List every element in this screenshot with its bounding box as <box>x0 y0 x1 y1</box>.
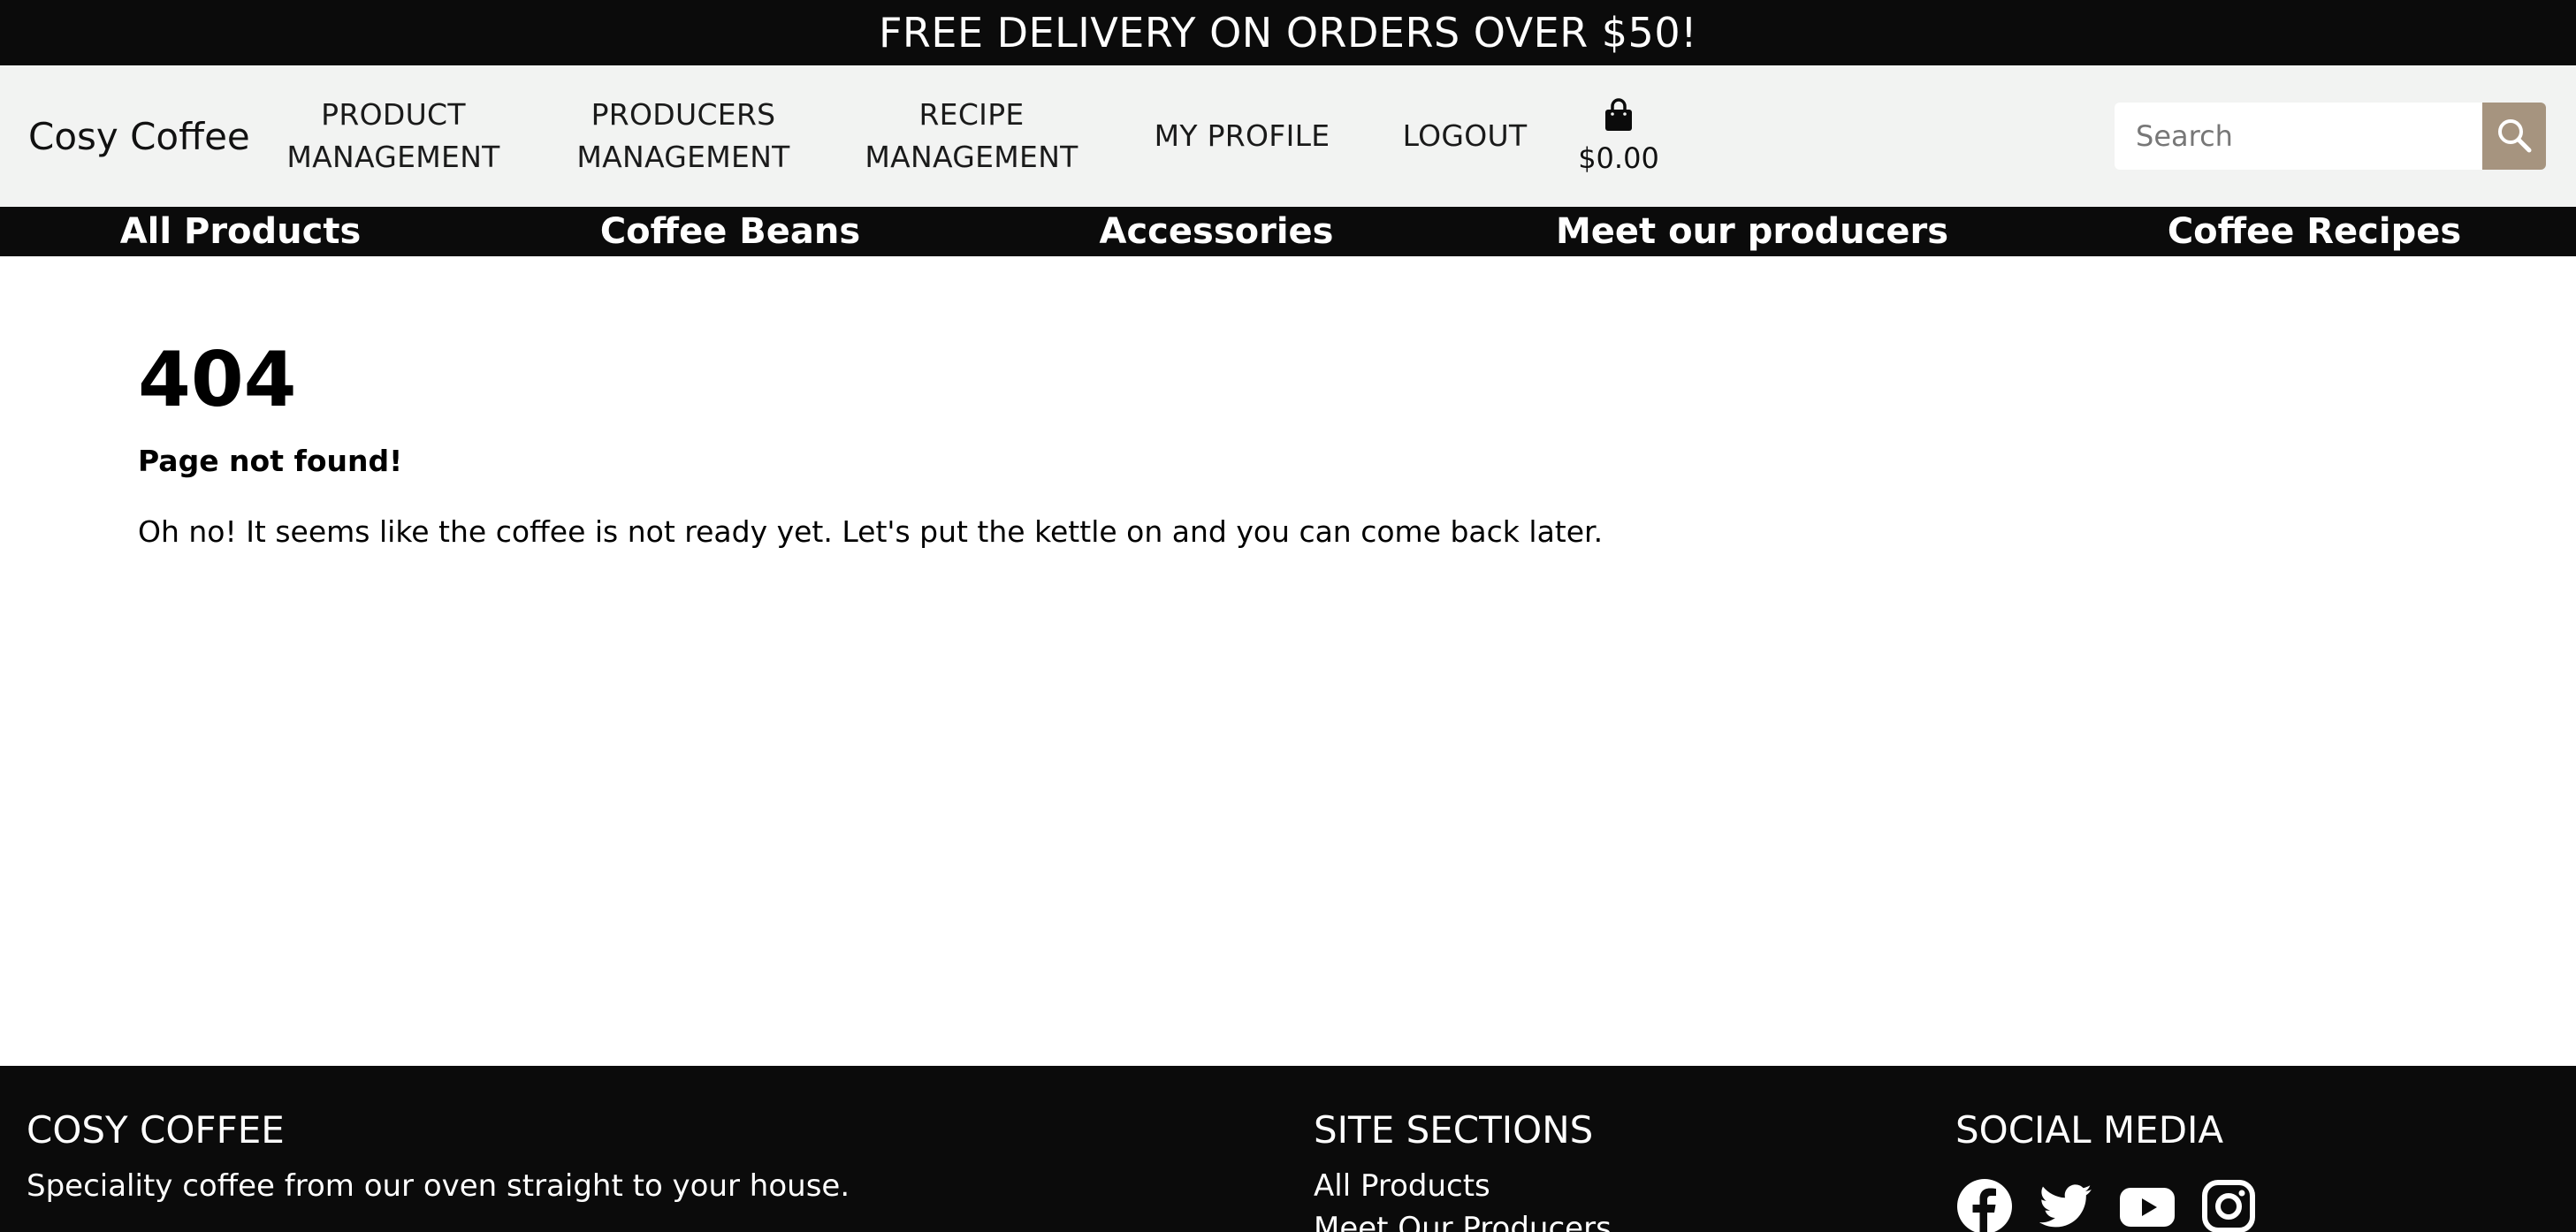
cart-total: $0.00 <box>1578 141 1659 175</box>
promo-banner-text: FREE DELIVERY ON ORDERS OVER $50! <box>878 9 1698 57</box>
nav-product-management[interactable]: PRODUCT MANAGEMENT <box>281 65 506 207</box>
footer-link-all-products[interactable]: All Products <box>1314 1168 1490 1204</box>
nav-label-line: RECIPE <box>918 97 1025 132</box>
search-button[interactable] <box>2482 103 2546 170</box>
nav-label-line: PRODUCT <box>321 97 466 132</box>
footer-social-heading: SOCIAL MEDIA <box>1955 1108 2224 1152</box>
search-form <box>2115 103 2546 170</box>
category-all-products[interactable]: All Products <box>99 207 382 256</box>
footer-about-heading: COSY COFFEE <box>27 1108 285 1152</box>
error-subtitle: Page not found! <box>138 444 403 478</box>
nav-recipe-management[interactable]: RECIPE MANAGEMENT <box>859 65 1084 207</box>
category-coffee-beans[interactable]: Coffee Beans <box>589 207 872 256</box>
shopping-bag-icon <box>1602 97 1635 136</box>
brand-logo-link[interactable]: Cosy Coffee <box>28 65 250 207</box>
search-input[interactable] <box>2115 103 2482 170</box>
nav-label-line: PRODUCERS <box>591 97 776 132</box>
nav-label-line: MY PROFILE <box>1154 118 1330 153</box>
footer-link-meet-our-producers[interactable]: Meet Our Producers <box>1314 1211 1612 1232</box>
category-accessories[interactable]: Accessories <box>1075 207 1358 256</box>
instagram-icon[interactable] <box>2199 1177 2258 1232</box>
promo-banner: FREE DELIVERY ON ORDERS OVER $50! <box>0 0 2576 65</box>
nav-label-line: MANAGEMENT <box>576 140 790 174</box>
category-coffee-recipes[interactable]: Coffee Recipes <box>2155 207 2473 256</box>
error-content: 404 Page not found! Oh no! It seems like… <box>138 336 1603 549</box>
youtube-icon[interactable] <box>2118 1177 2176 1232</box>
nav-my-profile[interactable]: MY PROFILE <box>1149 65 1335 207</box>
facebook-icon[interactable] <box>1955 1177 2014 1232</box>
category-nav: All Products Coffee Beans Accessories Me… <box>0 207 2576 256</box>
footer-about-text: Speciality coffee from our oven straight… <box>27 1168 850 1204</box>
category-meet-our-producers[interactable]: Meet our producers <box>1556 207 1948 256</box>
main-header: Cosy Coffee PRODUCT MANAGEMENT PRODUCERS… <box>0 65 2576 207</box>
site-footer: COSY COFFEE Speciality coffee from our o… <box>0 1066 2576 1232</box>
footer-sections-heading: SITE SECTIONS <box>1314 1108 1594 1152</box>
search-icon <box>2496 117 2533 156</box>
error-code: 404 <box>138 336 297 424</box>
social-icons <box>1955 1177 2258 1232</box>
nav-label-line: MANAGEMENT <box>286 140 500 174</box>
nav-logout[interactable]: LOGOUT <box>1399 65 1531 207</box>
cart-link[interactable]: $0.00 <box>1577 65 1660 207</box>
nav-producers-management[interactable]: PRODUCERS MANAGEMENT <box>571 65 796 207</box>
twitter-icon[interactable] <box>2037 1177 2095 1232</box>
nav-label-line: MANAGEMENT <box>865 140 1078 174</box>
error-message: Oh no! It seems like the coffee is not r… <box>138 514 1604 549</box>
nav-label-line: LOGOUT <box>1402 118 1528 153</box>
